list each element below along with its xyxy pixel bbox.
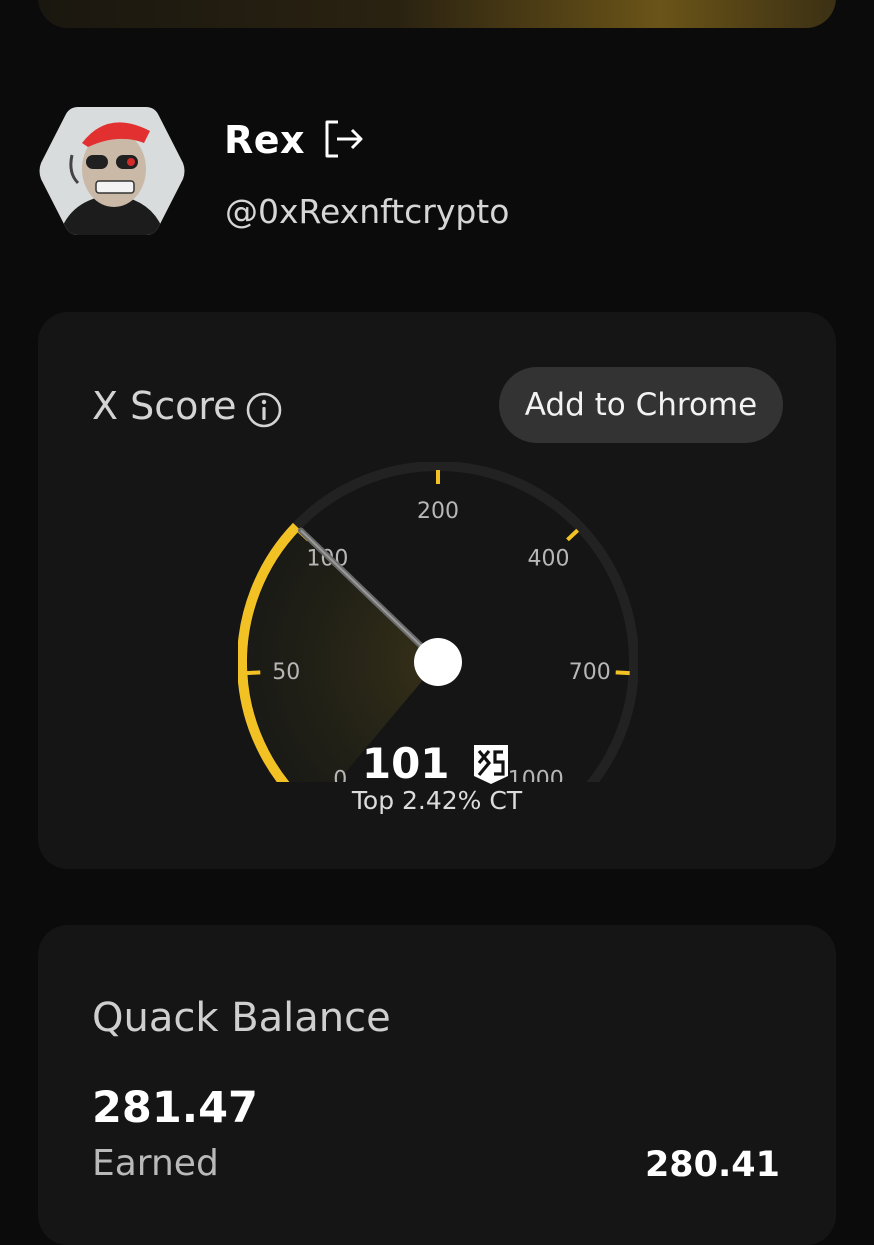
top-banner: [38, 0, 836, 28]
info-icon[interactable]: [244, 390, 284, 430]
logout-icon[interactable]: [321, 116, 367, 162]
quack-balance-card: Quack Balance 281.47 Earned 280.41: [38, 925, 836, 1245]
x-score-card: X Score Add to Chrome 050100200400700100…: [38, 312, 836, 869]
earned-label: Earned: [92, 1143, 219, 1184]
gauge-label-50: 50: [272, 660, 300, 685]
x-score-rank: Top 2.42% CT: [351, 786, 523, 815]
quack-balance-title: Quack Balance: [92, 995, 391, 1041]
add-to-chrome-button[interactable]: Add to Chrome: [499, 367, 783, 443]
score-value-row: 101: [38, 736, 836, 788]
quack-balance-value: 281.47: [92, 1083, 258, 1133]
xs-logo-icon: [474, 744, 509, 784]
gauge-hub-shine: [422, 645, 446, 669]
gauge-label-400: 400: [528, 547, 570, 572]
profile-name: Rex: [224, 118, 306, 162]
gauge-tick-50: [246, 670, 261, 676]
x-score-value: 101: [361, 739, 450, 788]
profile-header: Rex @0xRexnftcrypto: [38, 100, 838, 245]
score-gauge: 0501002004007001000: [238, 462, 638, 782]
gauge-tick-400: [566, 528, 580, 542]
x-score-title: X Score: [92, 384, 237, 428]
gauge-tick-700: [615, 670, 630, 676]
gauge-label-200: 200: [417, 499, 459, 524]
gauge-label-700: 700: [569, 660, 611, 685]
earned-value: 280.41: [644, 1145, 780, 1185]
avatar[interactable]: [38, 103, 186, 239]
profile-handle: @0xRexnftcrypto: [225, 192, 510, 231]
